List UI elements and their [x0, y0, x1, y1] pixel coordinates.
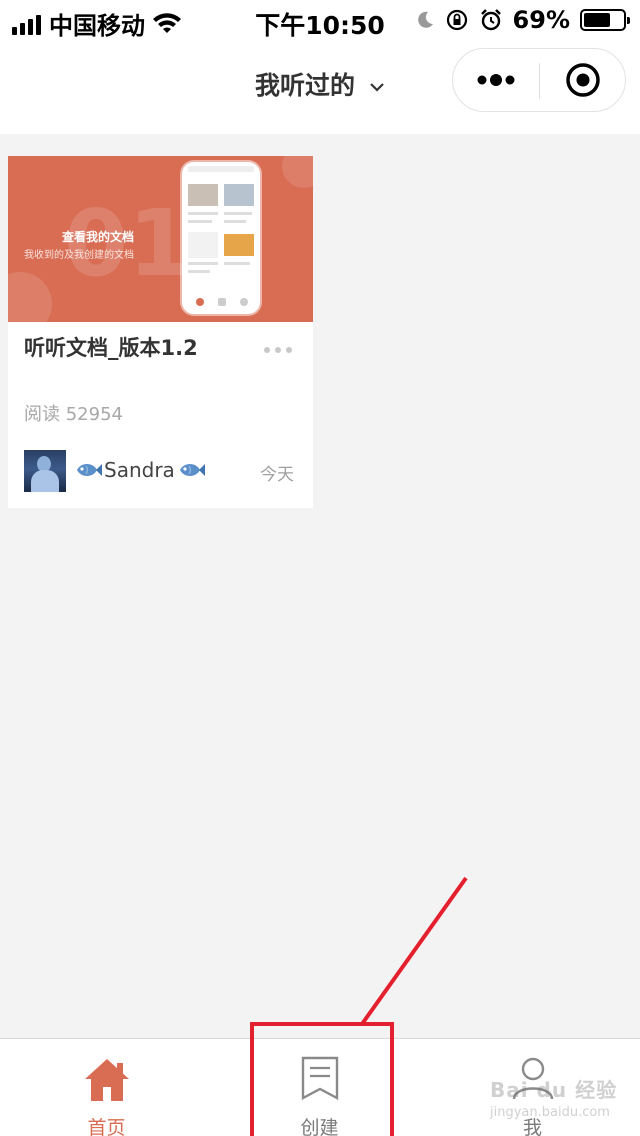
cover-heading: 查看我的文档 [62, 230, 135, 244]
alarm-icon [480, 9, 501, 31]
card-date: 今天 [260, 465, 294, 485]
fish-emoji-icon [77, 464, 102, 476]
cover-subheading: 我收到的及我创建的文档 [24, 250, 134, 261]
miniprogram-capsule [452, 48, 626, 112]
home-icon [84, 1059, 129, 1101]
card-cover-image: 01 查看我的文档 我收到的及我创建的文档 [8, 156, 313, 322]
target-close-icon [566, 63, 600, 97]
card-title: 听听文档_版本1.2 [24, 336, 198, 360]
battery-icon [580, 9, 630, 31]
status-right: 69% [415, 6, 630, 34]
annotation-highlight-box [250, 1022, 394, 1136]
phone-mockup [182, 162, 260, 314]
more-button[interactable] [453, 49, 539, 111]
watermark: Bai du 经验 jingyan.baidu.com [490, 1074, 617, 1120]
status-bar: 中国移动 下午10:50 69% [0, 0, 640, 40]
tab-home-label: 首页 [87, 1117, 126, 1136]
card-more-button[interactable] [264, 340, 292, 360]
cover-decoration [8, 272, 52, 322]
close-miniprogram-button[interactable] [540, 49, 626, 111]
watermark-sub: jingyan.baidu.com [490, 1105, 610, 1120]
author-avatar [24, 450, 66, 492]
document-card[interactable]: 01 查看我的文档 我收到的及我创建的文档 听听文档_版本1.2 阅读 5295… [8, 156, 313, 508]
author-name: Sandra [104, 458, 175, 482]
chevron-down-icon [370, 83, 384, 92]
more-dots-icon [477, 74, 515, 86]
author-name-row: Sandra [74, 458, 205, 482]
rotation-lock-icon [446, 9, 467, 31]
moon-icon [417, 11, 433, 28]
fish-emoji-icon [179, 464, 205, 476]
read-count: 阅读 52954 [24, 404, 123, 425]
tab-home[interactable]: 首页 [0, 1039, 213, 1136]
cover-decoration [282, 156, 313, 188]
nav-title: 我听过的 [254, 71, 355, 100]
watermark-text: Bai du 经验 [490, 1078, 618, 1102]
nav-bar: 我听过的 [0, 40, 640, 134]
battery-percent: 69% [512, 6, 570, 34]
